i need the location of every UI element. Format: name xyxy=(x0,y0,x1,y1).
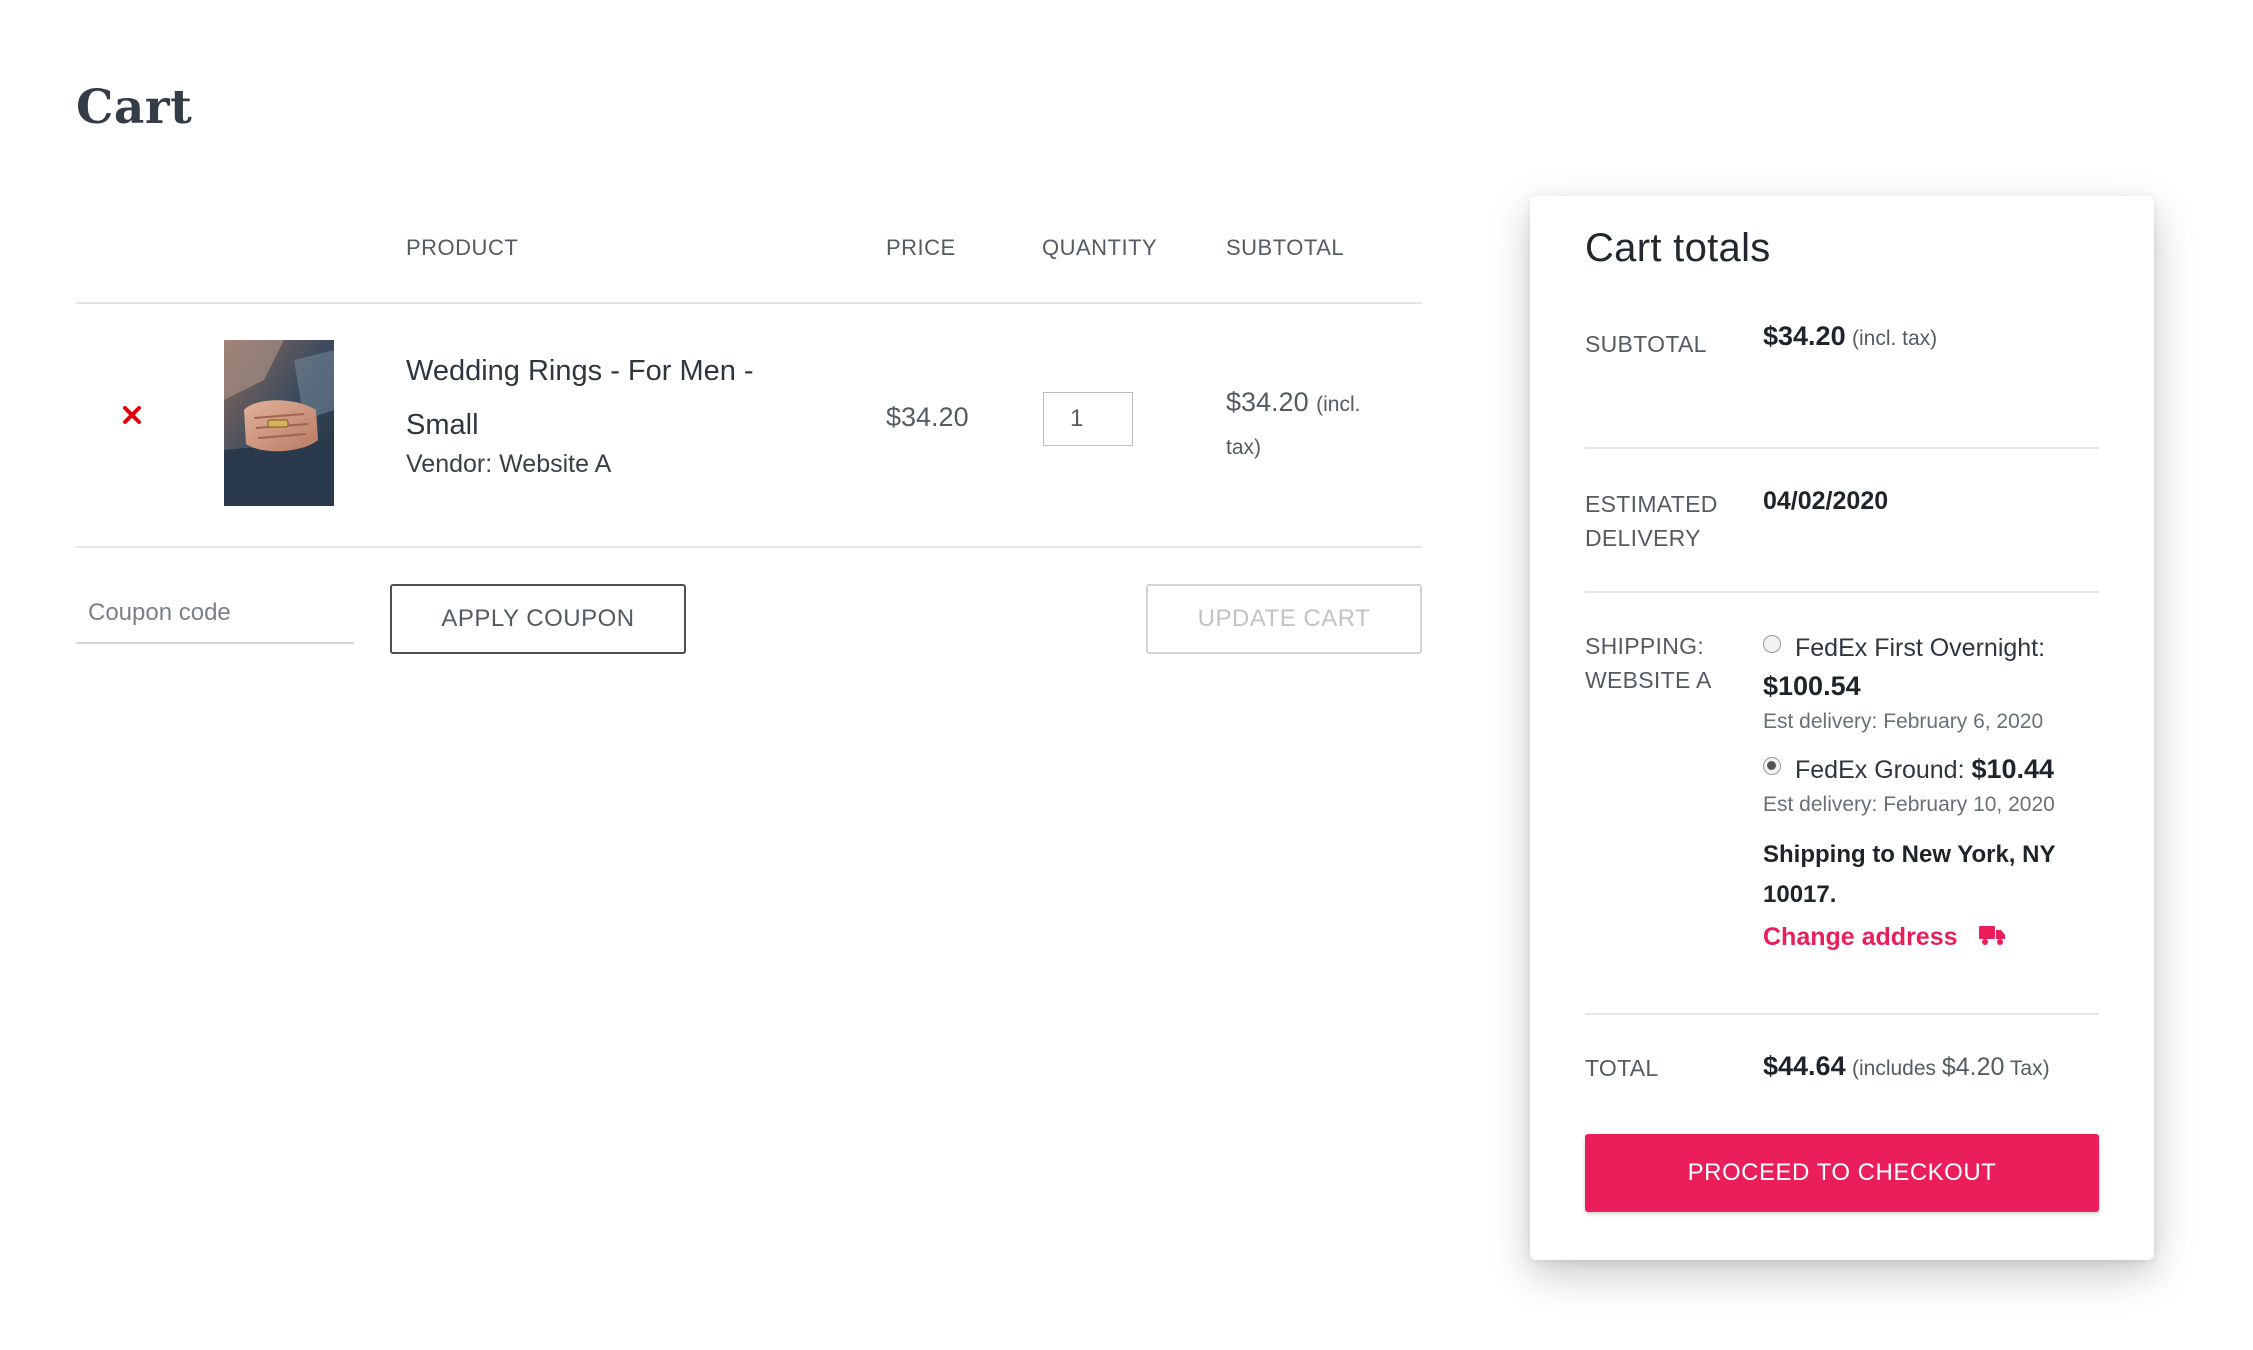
product-name-link[interactable]: Wedding Rings - For Men - Small xyxy=(406,344,786,452)
item-subtotal-value: $34.20 xyxy=(1226,387,1309,417)
change-address-label: Change address xyxy=(1763,923,1958,951)
header-quantity: QUANTITY xyxy=(1042,235,1158,260)
shipping-option-overnight[interactable]: FedEx First Overnight: $100.54 Est deliv… xyxy=(1763,629,2099,734)
shipping-row: SHIPPING: WEBSITE A FedEx First Overnigh… xyxy=(1585,593,2099,1015)
shipping-option-price: $100.54 xyxy=(1763,671,1861,701)
change-address-link[interactable]: Change address xyxy=(1763,923,2006,952)
total-row: TOTAL $44.64 (includes $4.20 Tax) xyxy=(1585,1015,2099,1145)
estimated-delivery-value: 04/02/2020 xyxy=(1763,487,1889,515)
shipping-option-name: FedEx Ground: xyxy=(1795,756,1965,784)
total-note: (includes $4.20 Tax) xyxy=(1851,1053,2050,1081)
item-price: $34.20 xyxy=(886,402,969,432)
item-subtotal: $34.20 (incl. tax) xyxy=(1226,382,1386,468)
page-title: Cart xyxy=(76,80,193,135)
totals-subtotal-amount: $34.20 xyxy=(1763,321,1846,351)
shipping-options: FedEx First Overnight: $100.54 Est deliv… xyxy=(1763,629,2099,952)
table-row: Wedding Rings - For Men - Small Vendor: … xyxy=(76,304,1422,548)
shipping-label: SHIPPING: WEBSITE A xyxy=(1585,633,1712,693)
cart-actions: APPLY COUPON UPDATE CART xyxy=(76,548,1422,668)
shipping-destination: Shipping to New York, NY 10017. xyxy=(1763,841,2056,908)
totals-subtotal-value: $34.20 (incl. tax) xyxy=(1763,321,2099,352)
shipping-option-ground[interactable]: FedEx Ground: $10.44 Est delivery: Febru… xyxy=(1763,750,2099,817)
total-tax-amount: $4.20 xyxy=(1941,1053,2005,1081)
total-amount: $44.64 xyxy=(1763,1051,1846,1081)
estimated-delivery-label: ESTIMATED DELIVERY xyxy=(1585,491,1718,551)
totals-subtotal-note: (incl. tax) xyxy=(1851,327,1938,350)
coupon-code-input[interactable] xyxy=(76,584,354,644)
vendor-label: Vendor: xyxy=(406,450,493,478)
vendor-name: Website A xyxy=(499,450,612,478)
apply-coupon-button[interactable]: APPLY COUPON xyxy=(390,584,686,654)
total-note-prefix: (includes xyxy=(1851,1057,1937,1080)
quantity-input[interactable] xyxy=(1043,392,1133,446)
total-note-suffix: Tax) xyxy=(2009,1057,2050,1080)
shipping-radio-ground[interactable] xyxy=(1763,757,1781,775)
shipping-option-name: FedEx First Overnight: xyxy=(1795,634,2046,662)
ring-photo-image xyxy=(224,340,334,506)
cart-totals-card: Cart totals SUBTOTAL $34.20 (incl. tax) … xyxy=(1530,196,2154,1260)
cart-totals-title: Cart totals xyxy=(1585,226,1771,270)
update-cart-button[interactable]: UPDATE CART xyxy=(1146,584,1422,654)
remove-item-button[interactable] xyxy=(120,403,144,427)
table-header: PRODUCT PRICE QUANTITY SUBTOTAL xyxy=(76,210,1422,304)
header-subtotal: SUBTOTAL xyxy=(1226,235,1345,260)
vendor: Vendor: Website A xyxy=(406,450,611,479)
total-label: TOTAL xyxy=(1585,1055,1659,1081)
truck-icon xyxy=(1979,926,2006,945)
header-product: PRODUCT xyxy=(406,235,519,260)
total-value: $44.64 (includes $4.20 Tax) xyxy=(1763,1051,2099,1082)
product-thumbnail[interactable] xyxy=(224,340,334,506)
totals-subtotal-row: SUBTOTAL $34.20 (incl. tax) xyxy=(1585,271,2099,449)
shipping-option-price: $10.44 xyxy=(1971,754,2055,784)
shipping-option-est: Est delivery: February 6, 2020 xyxy=(1763,710,2044,733)
header-price: PRICE xyxy=(886,235,956,260)
close-icon xyxy=(123,406,141,424)
shipping-option-est: Est delivery: February 10, 2020 xyxy=(1763,793,2055,816)
proceed-to-checkout-button[interactable]: PROCEED TO CHECKOUT xyxy=(1585,1134,2099,1212)
cart-table: PRODUCT PRICE QUANTITY SUBTOTAL Wedding … xyxy=(76,210,1422,668)
estimated-delivery-row: ESTIMATED DELIVERY 04/02/2020 xyxy=(1585,449,2099,593)
totals-subtotal-label: SUBTOTAL xyxy=(1585,331,1707,357)
shipping-radio-overnight[interactable] xyxy=(1763,635,1781,653)
